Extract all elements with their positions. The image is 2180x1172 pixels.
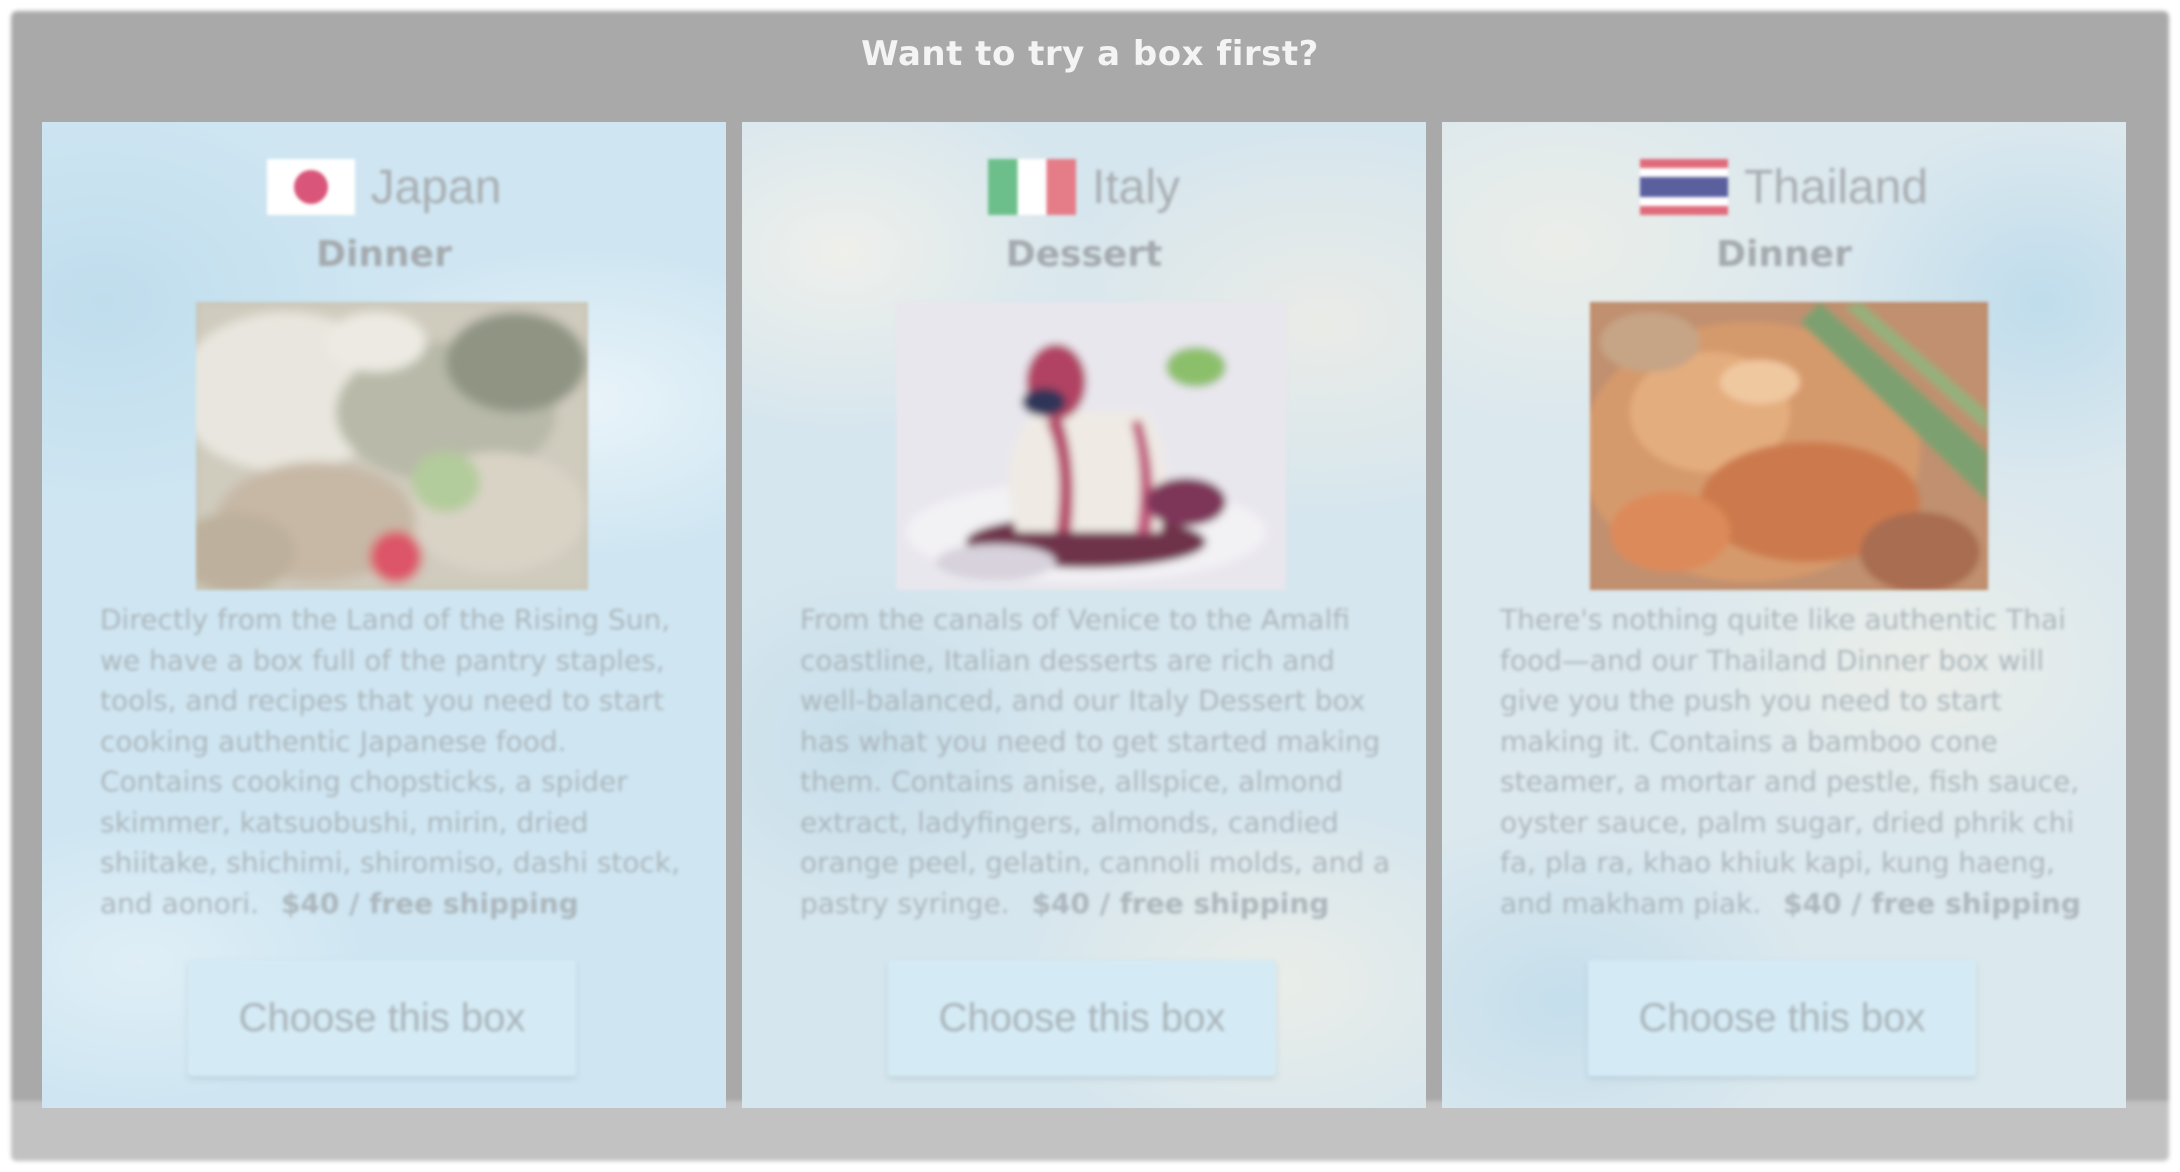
choose-box-button[interactable]: Choose this box <box>888 960 1276 1076</box>
choose-box-button[interactable]: Choose this box <box>188 960 576 1076</box>
thailand-flag-icon <box>1639 159 1728 215</box>
box-card-italy: Italy Dessert From the canals of Venice … <box>742 122 1426 1108</box>
meal-type: Dessert <box>1005 234 1163 275</box>
italian-dessert-photo <box>896 302 1286 590</box>
meal-type: Dinner <box>1716 234 1852 275</box>
price-label: $40 / free shipping <box>1783 886 2081 920</box>
description-text: From the canals of Venice to the Amalfi … <box>800 603 1391 920</box>
box-card-thailand: Thailand Dinner There's nothing quite li… <box>1442 122 2126 1108</box>
italy-flag-icon <box>987 159 1076 215</box>
card-country: Italy <box>742 156 1426 218</box>
country-name: Thailand <box>1743 160 1929 214</box>
country-name: Italy <box>1091 160 1181 214</box>
modal-footer-band <box>11 1101 2169 1161</box>
modal-title: Want to try a box first? <box>861 34 1319 74</box>
country-name: Japan <box>370 160 502 214</box>
description-text: Directly from the Land of the Rising Sun… <box>100 603 681 920</box>
box-description: There's nothing quite like authentic Tha… <box>1500 600 2092 924</box>
description-text: There's nothing quite like authentic Tha… <box>1500 603 2080 920</box>
box-card-japan: Japan Dinner Directly from the Land of t… <box>42 122 726 1108</box>
box-description: From the canals of Venice to the Amalfi … <box>800 600 1392 924</box>
price-label: $40 / free shipping <box>280 886 579 920</box>
meal-type: Dinner <box>316 234 452 275</box>
japan-flag-icon <box>266 159 355 215</box>
box-options: Japan Dinner Directly from the Land of t… <box>42 122 2130 1108</box>
box-description: Directly from the Land of the Rising Sun… <box>100 600 692 924</box>
price-label: $40 / free shipping <box>1031 886 1330 920</box>
choose-box-button[interactable]: Choose this box <box>1588 960 1976 1076</box>
thai-dinner-photo <box>1590 302 1988 590</box>
card-country: Japan <box>42 156 726 218</box>
card-country: Thailand <box>1442 156 2126 218</box>
japanese-dinner-photo <box>196 302 588 590</box>
